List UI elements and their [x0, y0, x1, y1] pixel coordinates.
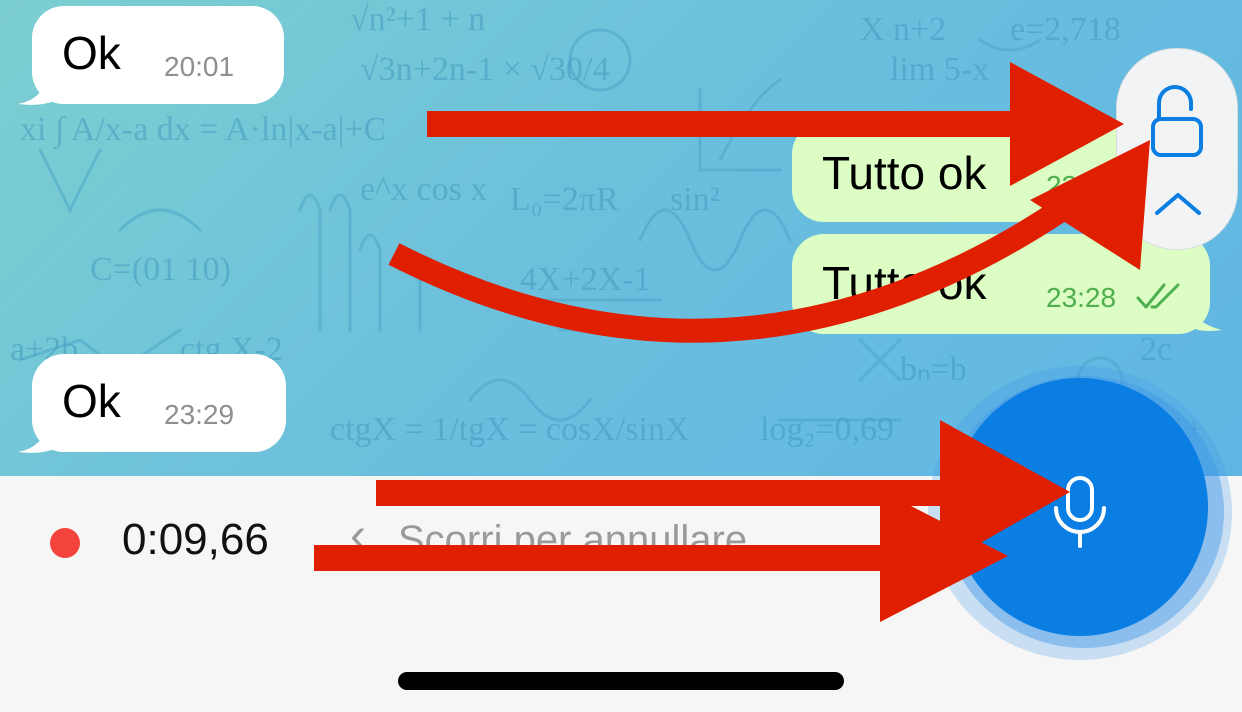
svg-text:xi ∫ A/x-a dx = A·ln|x-a|+C: xi ∫ A/x-a dx = A·ln|x-a|+C [20, 111, 386, 150]
lock-open-icon [1151, 85, 1203, 157]
message-text: Ok [62, 27, 121, 79]
svg-text:bₙ=b: bₙ=b [900, 351, 967, 388]
svg-text:e=2,718: e=2,718 [1010, 11, 1121, 48]
recording-indicator-dot [50, 528, 80, 558]
microphone-icon [1054, 476, 1106, 548]
svg-text:X n+2: X n+2 [860, 11, 946, 48]
home-indicator [398, 672, 844, 690]
svg-text:4X+2X-1: 4X+2X-1 [520, 261, 651, 298]
message-time: 20:01 [164, 51, 235, 82]
svg-text:ctgX = 1/tgX = cosX/sinX: ctgX = 1/tgX = cosX/sinX [330, 411, 689, 448]
double-check-icon [1136, 283, 1180, 309]
message-time: 23:28 [1046, 170, 1117, 201]
message-bubble-outgoing[interactable]: Tutto ok 23:28 [792, 234, 1210, 334]
message-text: Tutto ok [822, 147, 987, 199]
chevron-up-icon [1155, 193, 1201, 215]
svg-text:L₀=2πR: L₀=2πR [510, 181, 619, 218]
svg-text:2c: 2c [1140, 331, 1172, 368]
message-bubble-incoming[interactable]: Ok 20:01 [32, 6, 284, 104]
svg-text:sin²: sin² [670, 181, 720, 218]
message-text: Tutto ok [822, 257, 987, 309]
svg-text:log₂=0,69: log₂=0,69 [760, 411, 894, 448]
message-time: 23:29 [164, 399, 235, 430]
message-time: 23:28 [1046, 282, 1117, 313]
svg-text:C=(01 10): C=(01 10) [90, 251, 231, 288]
message-bubble-incoming[interactable]: Ok 23:29 [32, 354, 286, 452]
chevron-left-icon: ‹ [350, 509, 366, 562]
svg-text:√n²+1 + n: √n²+1 + n [350, 1, 485, 38]
slide-to-cancel-hint[interactable]: Scorri per annullare [398, 520, 747, 560]
svg-text:√3n+2n-1 × √30/4: √3n+2n-1 × √30/4 [360, 51, 609, 88]
message-text: Ok [62, 375, 121, 427]
recording-timer: 0:09,66 [122, 515, 269, 564]
record-voice-button[interactable] [952, 378, 1208, 636]
lock-recording-control[interactable] [1116, 48, 1238, 250]
svg-text:e^x cos x: e^x cos x [360, 171, 487, 208]
svg-text:lim 5-x: lim 5-x [890, 51, 989, 88]
